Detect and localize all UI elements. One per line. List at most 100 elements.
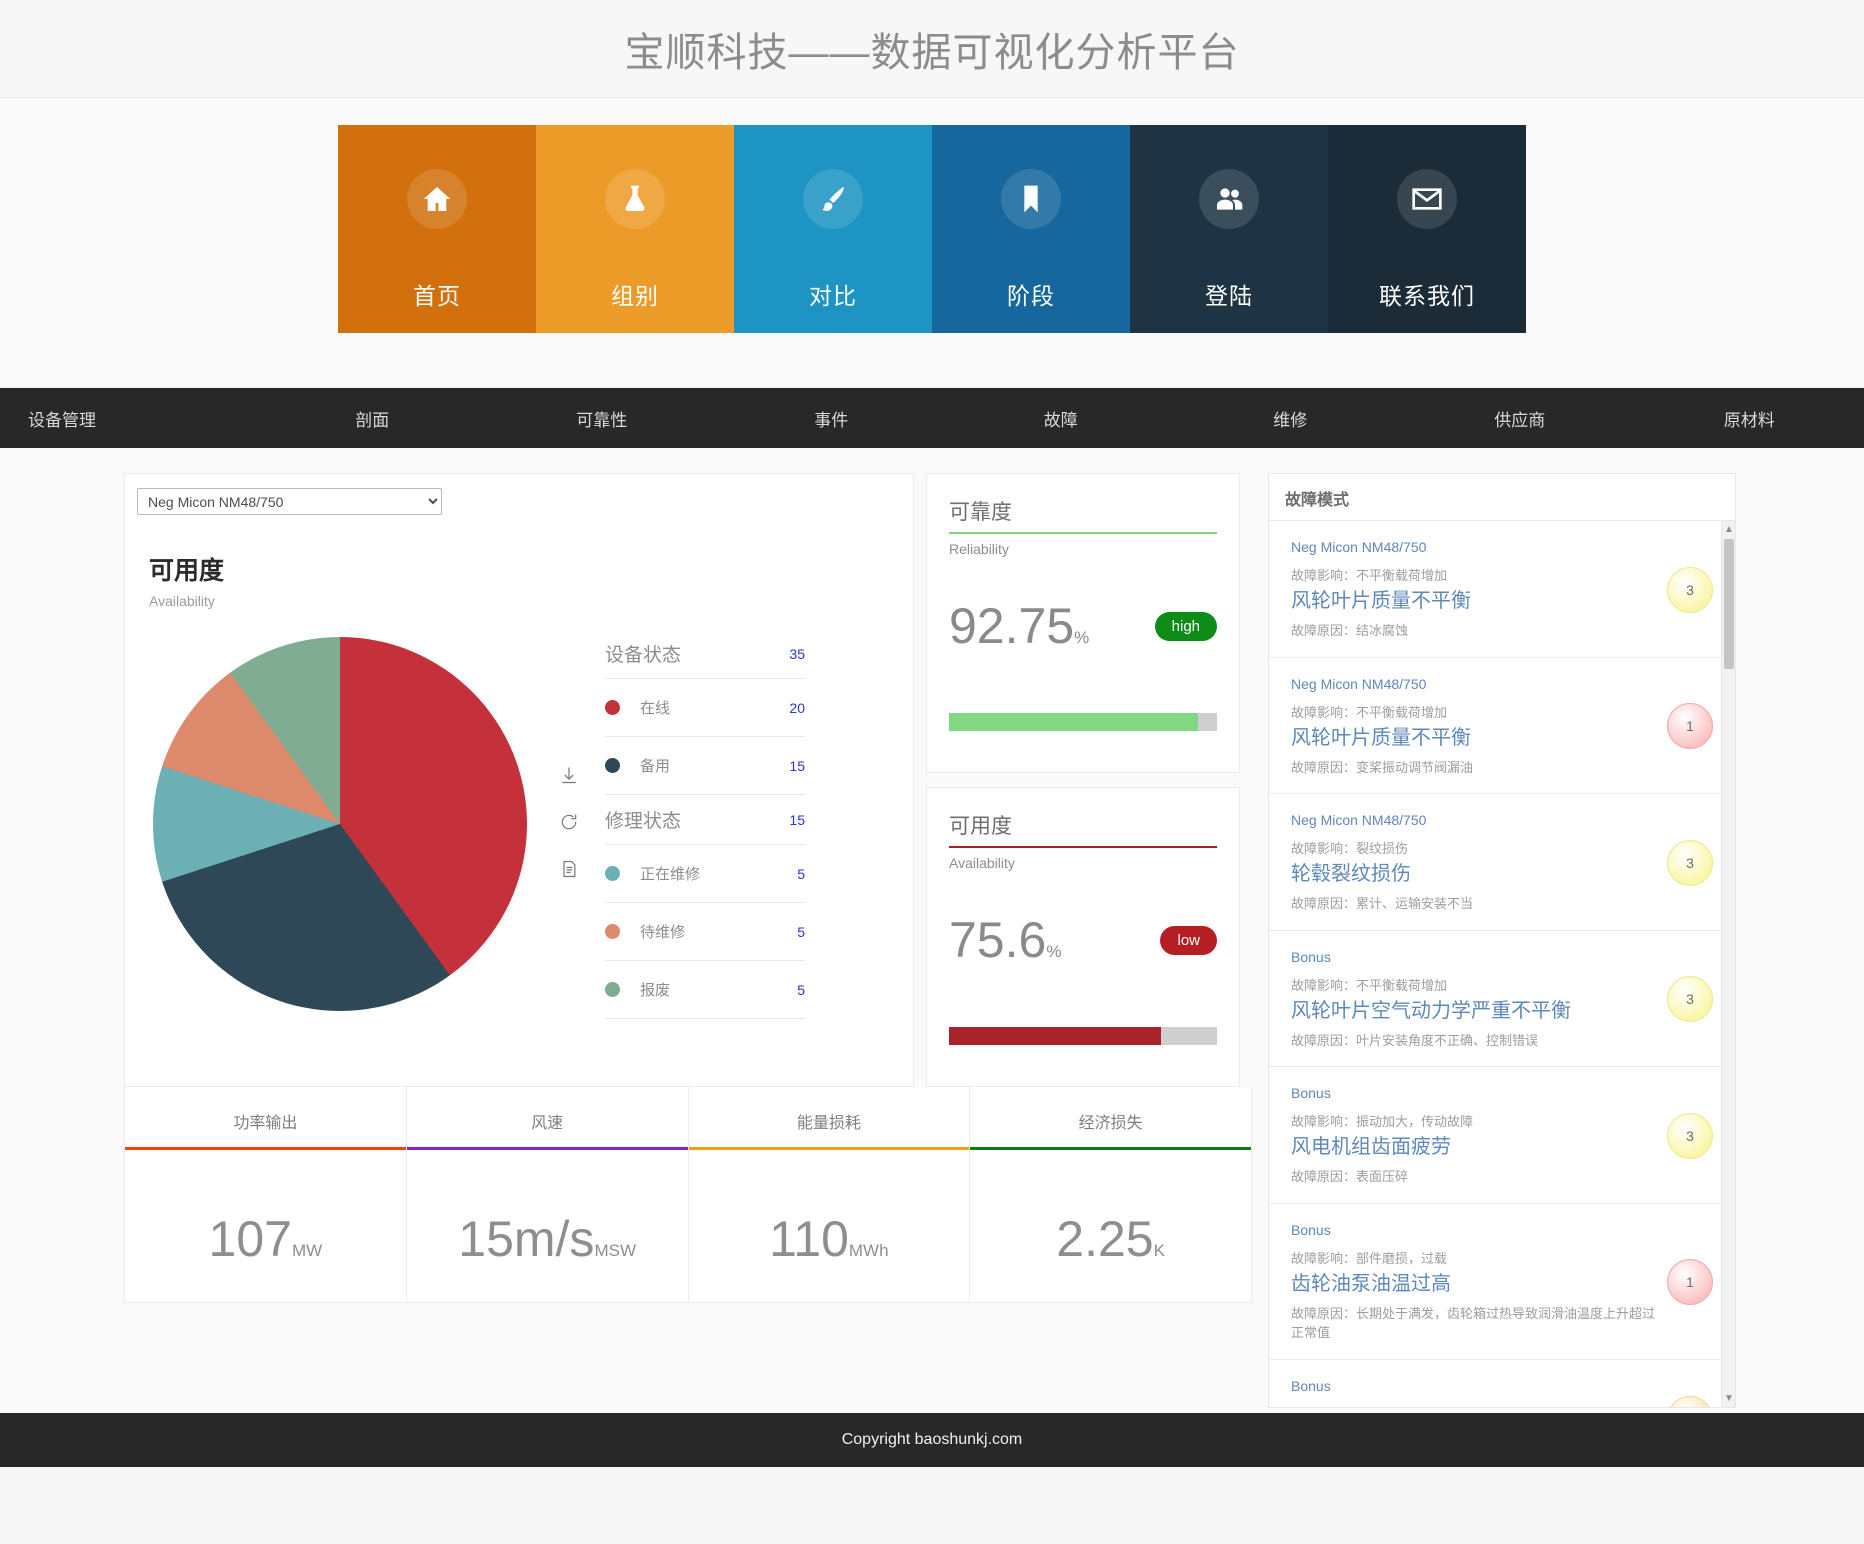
menu-item-8[interactable]: 原材料 [1635, 388, 1864, 448]
availability-pie-card: Neg Micon NM48/750Bonus 可用度 Availability [124, 473, 914, 1087]
failure-mode-title: 故障模式 [1269, 474, 1735, 521]
failure-mode-name[interactable]: 风轮叶片空气动力学严重不平衡 [1291, 999, 1655, 1024]
failure-mode-panel: 故障模式 Neg Micon NM48/750故障影响：不平衡载荷增加风轮叶片质… [1268, 473, 1736, 1408]
legend-label: 备用 [640, 755, 789, 776]
tile-label: 首页 [413, 277, 461, 311]
failure-mode-item[interactable]: Neg Micon NM48/750故障影响：不平衡载荷增加风轮叶片质量不平衡故… [1269, 658, 1735, 795]
gauge-title-en: Availability [949, 855, 1217, 871]
legend-color-dot [605, 866, 620, 881]
scrollbar-thumb[interactable] [1724, 539, 1734, 669]
kpi-card-1: 功率输出107MW [125, 1087, 407, 1302]
refresh-icon[interactable] [559, 812, 579, 837]
failure-mode-item[interactable]: Neg Micon NM48/750故障影响：裂纹损伤轮毂裂纹损伤故障原因：累计… [1269, 794, 1735, 931]
tile-3[interactable]: 对比 [734, 125, 932, 333]
legend-label: 在线 [640, 697, 789, 718]
legend-value: 5 [797, 924, 805, 940]
kpi-card-4: 经济损失2.25K [970, 1087, 1251, 1302]
scroll-up-icon[interactable]: ▲ [1724, 524, 1734, 535]
gauge-column: 可靠度Reliability92.75%high可用度Availability7… [926, 473, 1240, 1087]
legend-group-title: 设备状态 [605, 640, 789, 667]
pie-chart-area: 设备状态35在线20备用15修理状态15正在维修5待维修5报废5 [125, 609, 913, 1053]
failure-mode-effect: 故障影响：影响停机 [1291, 1404, 1655, 1408]
menu-item-2[interactable]: 剖面 [258, 388, 488, 448]
failure-mode-name[interactable]: 轮毂裂纹损伤 [1291, 862, 1655, 887]
failure-mode-severity-badge: 3 [1667, 840, 1713, 886]
menu-item-7[interactable]: 供应商 [1405, 388, 1635, 448]
menu-item-1[interactable]: 设备管理 [0, 388, 258, 448]
failure-mode-effect: 故障影响：不平衡载荷增加 [1291, 702, 1655, 721]
tile-label: 联系我们 [1379, 277, 1475, 311]
gauge-title-cn: 可靠度 [949, 496, 1217, 532]
tile-5[interactable]: 登陆 [1130, 125, 1328, 333]
turbine-select-wrap: Neg Micon NM48/750Bonus [125, 474, 913, 515]
failure-mode-name[interactable]: 齿轮油泵油温过高 [1291, 1272, 1655, 1297]
failure-mode-severity-badge: 3 [1667, 1113, 1713, 1159]
failure-mode-cause: 故障原因：累计、运输安装不当 [1291, 894, 1655, 914]
gauge-rule [949, 846, 1217, 848]
menu-item-6[interactable]: 维修 [1176, 388, 1406, 448]
failure-mode-item[interactable]: Bonus故障影响：不平衡载荷增加风轮叶片空气动力学严重不平衡故障原因：叶片安装… [1269, 931, 1735, 1068]
failure-mode-severity-badge: 1 [1667, 1259, 1713, 1305]
chart-tools [559, 765, 579, 884]
legend-row[interactable]: 在线20 [605, 679, 805, 737]
document-icon[interactable] [559, 859, 579, 884]
kpi-card-3: 能量损耗110MWh [689, 1087, 971, 1302]
failure-mode-scrollbar[interactable]: ▲ ▼ [1721, 521, 1735, 1407]
failure-mode-name[interactable]: 风电机组齿面疲劳 [1291, 1135, 1655, 1160]
gauge-title-cn: 可用度 [949, 810, 1217, 846]
failure-mode-item[interactable]: Bonus故障影响：部件磨损，过载齿轮油泵油温过高故障原因：长期处于满发，齿轮箱… [1269, 1204, 1735, 1360]
users-icon [1199, 169, 1259, 229]
failure-mode-model: Neg Micon NM48/750 [1291, 539, 1655, 555]
failure-mode-model: Bonus [1291, 1222, 1655, 1238]
tile-nav-zone: 首页 组别对比阶段登陆 联系我们 [0, 98, 1864, 388]
tile-1[interactable]: 首页 [338, 125, 536, 333]
download-icon[interactable] [559, 765, 579, 790]
failure-mode-cause: 故障原因：结冰腐蚀 [1291, 621, 1655, 641]
failure-mode-severity-badge: 2 [1667, 1396, 1713, 1408]
kpi-value: 107MW [125, 1150, 406, 1268]
tile-2[interactable]: 组别 [536, 125, 734, 333]
copyright-text: Copyright baoshunkj.com [842, 1431, 1023, 1449]
menu-item-3[interactable]: 可靠性 [487, 388, 717, 448]
gauge-status-badge: low [1160, 926, 1217, 955]
gauge-progress-bar [949, 1027, 1217, 1045]
tile-label: 登陆 [1205, 277, 1253, 311]
legend-row[interactable]: 正在维修5 [605, 845, 805, 903]
legend-color-dot [605, 924, 620, 939]
failure-mode-effect: 故障影响：裂纹损伤 [1291, 838, 1655, 857]
kpi-title: 功率输出 [125, 1087, 406, 1147]
kpi-value: 15m/sMSW [407, 1150, 688, 1268]
scroll-down-icon[interactable]: ▼ [1724, 1393, 1734, 1404]
failure-mode-item[interactable]: Bonus故障影响：影响停机刹车盘磨损研伤2 [1269, 1360, 1735, 1408]
failure-mode-effect: 故障影响：振动加大，传动故障 [1291, 1111, 1655, 1130]
home-icon [407, 169, 467, 229]
kpi-card-2: 风速15m/sMSW [407, 1087, 689, 1302]
failure-mode-item[interactable]: Neg Micon NM48/750故障影响：不平衡载荷增加风轮叶片质量不平衡故… [1269, 521, 1735, 658]
legend-row[interactable]: 备用15 [605, 737, 805, 795]
failure-mode-list: Neg Micon NM48/750故障影响：不平衡载荷增加风轮叶片质量不平衡故… [1269, 521, 1735, 1407]
tile-6[interactable]: 联系我们 [1328, 125, 1526, 333]
legend-value: 5 [797, 866, 805, 882]
failure-mode-name[interactable]: 风轮叶片质量不平衡 [1291, 589, 1655, 614]
brush-icon [803, 169, 863, 229]
failure-mode-model: Neg Micon NM48/750 [1291, 676, 1655, 692]
tile-4[interactable]: 阶段 [932, 125, 1130, 333]
legend-row[interactable]: 报废5 [605, 961, 805, 1019]
failure-mode-scroll: Neg Micon NM48/750故障影响：不平衡载荷增加风轮叶片质量不平衡故… [1269, 521, 1735, 1407]
failure-mode-item[interactable]: Bonus故障影响：振动加大，传动故障风电机组齿面疲劳故障原因：表面压碎3 [1269, 1067, 1735, 1204]
menu-item-4[interactable]: 事件 [717, 388, 947, 448]
failure-mode-severity-badge: 1 [1667, 703, 1713, 749]
kpi-value: 2.25K [970, 1150, 1251, 1268]
legend-label: 正在维修 [640, 863, 797, 884]
gauge-value: 92.75% [949, 601, 1089, 651]
legend-color-dot [605, 982, 620, 997]
menu-item-5[interactable]: 故障 [946, 388, 1176, 448]
device-status-pie-chart[interactable] [153, 637, 527, 1011]
turbine-select[interactable]: Neg Micon NM48/750Bonus [137, 488, 442, 515]
kpi-strip: 功率输出107MW风速15m/sMSW能量损耗110MWh经济损失2.25K [124, 1087, 1252, 1303]
failure-mode-name[interactable]: 风轮叶片质量不平衡 [1291, 726, 1655, 751]
kpi-title: 风速 [407, 1087, 688, 1147]
availability-heading: 可用度 Availability [125, 515, 913, 609]
legend-row[interactable]: 待维修5 [605, 903, 805, 961]
left-column: Neg Micon NM48/750Bonus 可用度 Availability [0, 473, 1268, 1303]
